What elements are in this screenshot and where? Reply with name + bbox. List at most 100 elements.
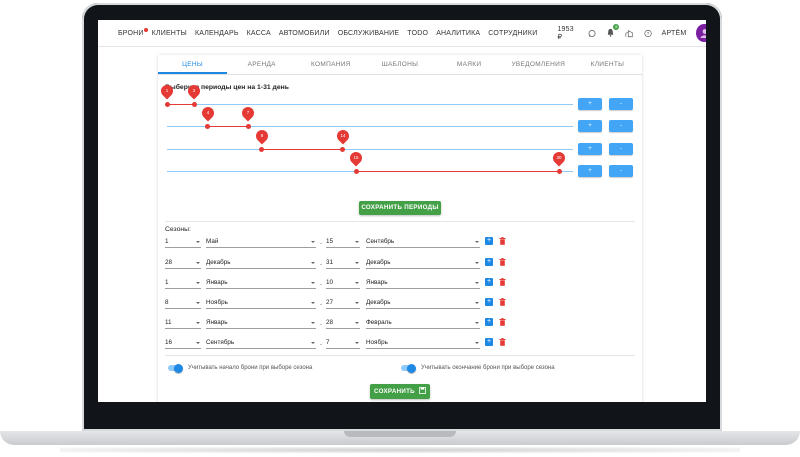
- help-icon[interactable]: ?: [644, 29, 652, 38]
- end-month-select[interactable]: Январь: [366, 278, 480, 289]
- trash-icon[interactable]: [499, 298, 506, 306]
- slider-value: 15: [353, 155, 359, 160]
- end-day-select[interactable]: 27: [326, 298, 360, 309]
- end-day-select-value: 28: [326, 319, 334, 326]
- laptop-shadow: [60, 447, 740, 453]
- slider-value-pin-to: 14: [334, 127, 352, 145]
- trash-icon[interactable]: [499, 318, 506, 326]
- end-month-select[interactable]: Сентябрь: [366, 237, 480, 248]
- trash-icon[interactable]: [499, 237, 506, 245]
- tab-6[interactable]: УВЕДОМЛЕНИЯ: [504, 55, 573, 74]
- tab-1[interactable]: ЦЕНЫ: [158, 55, 228, 74]
- start-month-select[interactable]: Декабрь: [206, 258, 316, 269]
- tab-7[interactable]: КЛИЕНТЫ: [573, 55, 642, 74]
- building-icon[interactable]: [625, 29, 634, 38]
- tab-4[interactable]: ШАБЛОНЫ: [365, 55, 434, 74]
- end-day-select[interactable]: 10: [326, 278, 360, 289]
- range-separator: -: [320, 262, 322, 268]
- add-season-button[interactable]: +: [485, 318, 493, 326]
- tab-2[interactable]: АРЕНДА: [227, 55, 296, 74]
- slider-handle-to[interactable]: [191, 101, 197, 107]
- add-season-button[interactable]: +: [485, 258, 493, 266]
- start-day-select[interactable]: 1: [165, 237, 201, 248]
- start-month-select[interactable]: Май: [206, 237, 316, 248]
- trash-icon[interactable]: [499, 258, 506, 266]
- tab-5[interactable]: МАЯКИ: [435, 55, 504, 74]
- end-month-select-value: Февраль: [366, 319, 392, 326]
- chevron-down-icon: [196, 342, 200, 344]
- start-month-select[interactable]: Сентябрь: [206, 338, 316, 349]
- start-day-select[interactable]: 16: [165, 338, 201, 349]
- add-period-button[interactable]: +: [578, 120, 602, 132]
- remove-period-button[interactable]: -: [609, 143, 633, 155]
- nav-item-clients[interactable]: КЛИЕНТЫ: [152, 30, 187, 37]
- end-day-select[interactable]: 15: [326, 237, 360, 248]
- nav-item-cash[interactable]: КАССА: [247, 30, 271, 37]
- end-day-select[interactable]: 31: [326, 258, 360, 269]
- save-button[interactable]: СОХРАНИТЬ: [370, 384, 430, 399]
- nav-item-bookings[interactable]: БРОНИ: [118, 27, 148, 37]
- tab-bar: ЦЕНЫ АРЕНДА КОМПАНИЯ ШАБЛОНЫ МАЯКИ УВЕДОМЛЕНИ…: [158, 55, 642, 75]
- start-month-select-value: Ноябрь: [206, 299, 228, 306]
- nav-item-analytics[interactable]: АНАЛИТИКА: [436, 30, 480, 37]
- user-name[interactable]: АРТЁМ: [662, 30, 687, 37]
- chevron-down-icon: [311, 302, 315, 304]
- avatar-icon[interactable]: [696, 24, 706, 42]
- start-toggle[interactable]: [168, 363, 183, 373]
- nav-item-staff[interactable]: СОТРУДНИКИ: [488, 30, 537, 37]
- start-month-select[interactable]: Ноябрь: [206, 298, 316, 309]
- start-month-select[interactable]: Январь: [206, 318, 316, 329]
- slider-handle-from[interactable]: [205, 123, 211, 129]
- start-day-select[interactable]: 28: [165, 258, 201, 269]
- slider-handle-from[interactable]: [164, 101, 170, 107]
- start-toggle-label: Учитывать начало брони при выборе сезона: [188, 365, 313, 371]
- trash-icon[interactable]: [499, 338, 506, 346]
- start-day-select[interactable]: 11: [165, 318, 201, 329]
- range-separator: -: [320, 322, 322, 328]
- trash-icon[interactable]: [499, 278, 506, 286]
- end-month-select[interactable]: Декабрь: [366, 298, 480, 309]
- slider-handle-to[interactable]: [245, 123, 251, 129]
- start-day-select[interactable]: 8: [165, 298, 201, 309]
- nav-item-cars[interactable]: АВТОМОБИЛИ: [279, 30, 330, 37]
- remove-period-button[interactable]: -: [609, 98, 633, 110]
- end-toggle[interactable]: [401, 363, 416, 373]
- slider-handle-to[interactable]: [556, 168, 562, 174]
- periods-title: Выберите периоды цен на 1-31 день: [165, 84, 289, 91]
- chevron-down-icon: [355, 322, 359, 324]
- slider-value-pin-to: 7: [239, 104, 257, 122]
- remove-period-button[interactable]: -: [609, 120, 633, 132]
- whatsapp-icon[interactable]: [588, 29, 596, 38]
- slider-handle-to[interactable]: [340, 146, 346, 152]
- add-period-button[interactable]: +: [578, 98, 602, 110]
- add-season-button[interactable]: +: [485, 278, 493, 286]
- nav-item-service[interactable]: ОБСЛУЖИВАНИЕ: [338, 30, 400, 37]
- tab-3[interactable]: КОМПАНИЯ: [296, 55, 365, 74]
- slider-handle-from[interactable]: [259, 146, 265, 152]
- start-day-select-value: 1: [165, 238, 169, 245]
- add-period-button[interactable]: +: [578, 165, 602, 177]
- slider-track: [167, 149, 573, 150]
- start-month-select[interactable]: Январь: [206, 278, 316, 289]
- app-screen: БРОНИ КЛИЕНТЫ КАЛЕНДАРЬ КАССА АВТОМОБИЛИ…: [98, 20, 706, 402]
- slider-value: 1: [165, 88, 169, 93]
- chevron-down-icon: [475, 241, 479, 243]
- end-month-select[interactable]: Ноябрь: [366, 338, 480, 349]
- end-day-select[interactable]: 28: [326, 318, 360, 329]
- bell-icon[interactable]: 8: [606, 23, 620, 39]
- remove-period-button[interactable]: -: [609, 165, 633, 177]
- nav-item-calendar[interactable]: КАЛЕНДАРЬ: [195, 30, 239, 37]
- save-periods-button[interactable]: СОХРАНИТЬ ПЕРИОДЫ: [359, 201, 441, 215]
- nav-item-todo[interactable]: TODO: [407, 30, 428, 37]
- add-season-button[interactable]: +: [485, 237, 493, 245]
- start-day-select-value: 8: [165, 299, 169, 306]
- add-season-button[interactable]: +: [485, 298, 493, 306]
- add-period-button[interactable]: +: [578, 143, 602, 155]
- balance[interactable]: 1953 ₽: [557, 26, 578, 41]
- end-month-select[interactable]: Февраль: [366, 318, 480, 329]
- end-day-select[interactable]: 7: [326, 338, 360, 349]
- slider-handle-from[interactable]: [353, 168, 359, 174]
- end-month-select[interactable]: Декабрь: [366, 258, 480, 269]
- add-season-button[interactable]: +: [485, 338, 493, 346]
- start-day-select[interactable]: 1: [165, 278, 201, 289]
